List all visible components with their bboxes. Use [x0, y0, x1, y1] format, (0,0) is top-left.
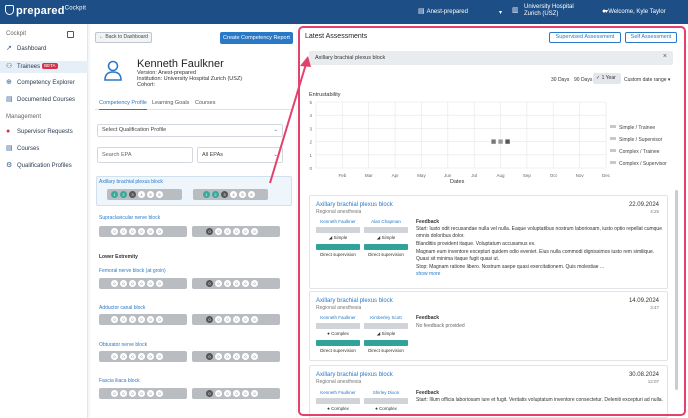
- annotation-arrow: [269, 56, 311, 184]
